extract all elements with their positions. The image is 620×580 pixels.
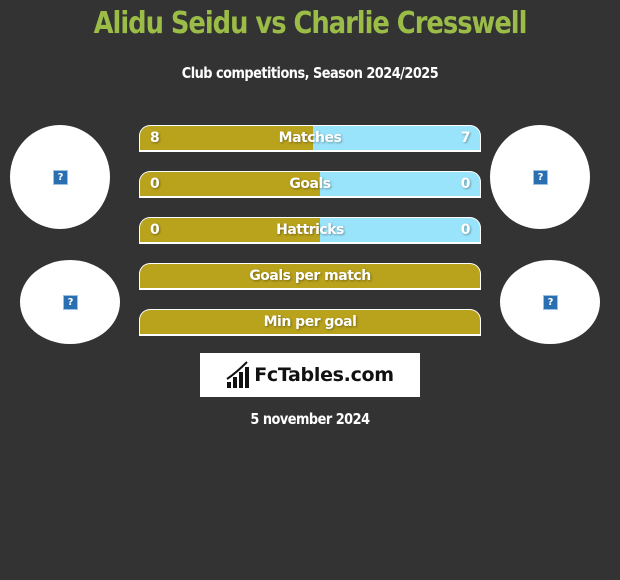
- stat-label: Goals per match: [249, 268, 371, 284]
- logo-text: FcTables.com: [254, 364, 394, 386]
- broken-image-icon: ?: [533, 170, 548, 185]
- broken-image-icon: ?: [543, 295, 558, 310]
- right-value: 0: [460, 176, 471, 192]
- stat-label: Goals: [289, 176, 331, 192]
- broken-image-icon: ?: [63, 295, 78, 310]
- right-value: 7: [460, 130, 471, 146]
- bar-chart-icon: [226, 361, 250, 388]
- right-player-photo[interactable]: ?: [490, 125, 590, 229]
- stat-bar-matches: 8 Matches 7: [139, 125, 481, 152]
- right-club-logo[interactable]: ?: [500, 260, 600, 344]
- stat-label: Hattricks: [276, 222, 344, 238]
- right-value: 0: [460, 222, 471, 238]
- report-date: 5 november 2024: [250, 410, 370, 428]
- fctables-logo[interactable]: FcTables.com: [200, 353, 420, 397]
- stat-bar-goals: 0 Goals 0: [139, 171, 481, 198]
- left-player-photo[interactable]: ?: [10, 125, 110, 229]
- stat-label: Matches: [278, 130, 342, 146]
- stat-bar-hattricks: 0 Hattricks 0: [139, 217, 481, 244]
- broken-image-icon: ?: [53, 170, 68, 185]
- left-club-logo[interactable]: ?: [20, 260, 120, 344]
- stat-bar-goals-per-match: Goals per match: [139, 263, 481, 290]
- stat-label: Min per goal: [263, 314, 357, 330]
- competition-subtitle: Club competitions, Season 2024/2025: [181, 64, 439, 82]
- page-title: Alidu Seidu vs Charlie Cresswell: [93, 6, 528, 41]
- stat-bar-min-per-goal: Min per goal: [139, 309, 481, 336]
